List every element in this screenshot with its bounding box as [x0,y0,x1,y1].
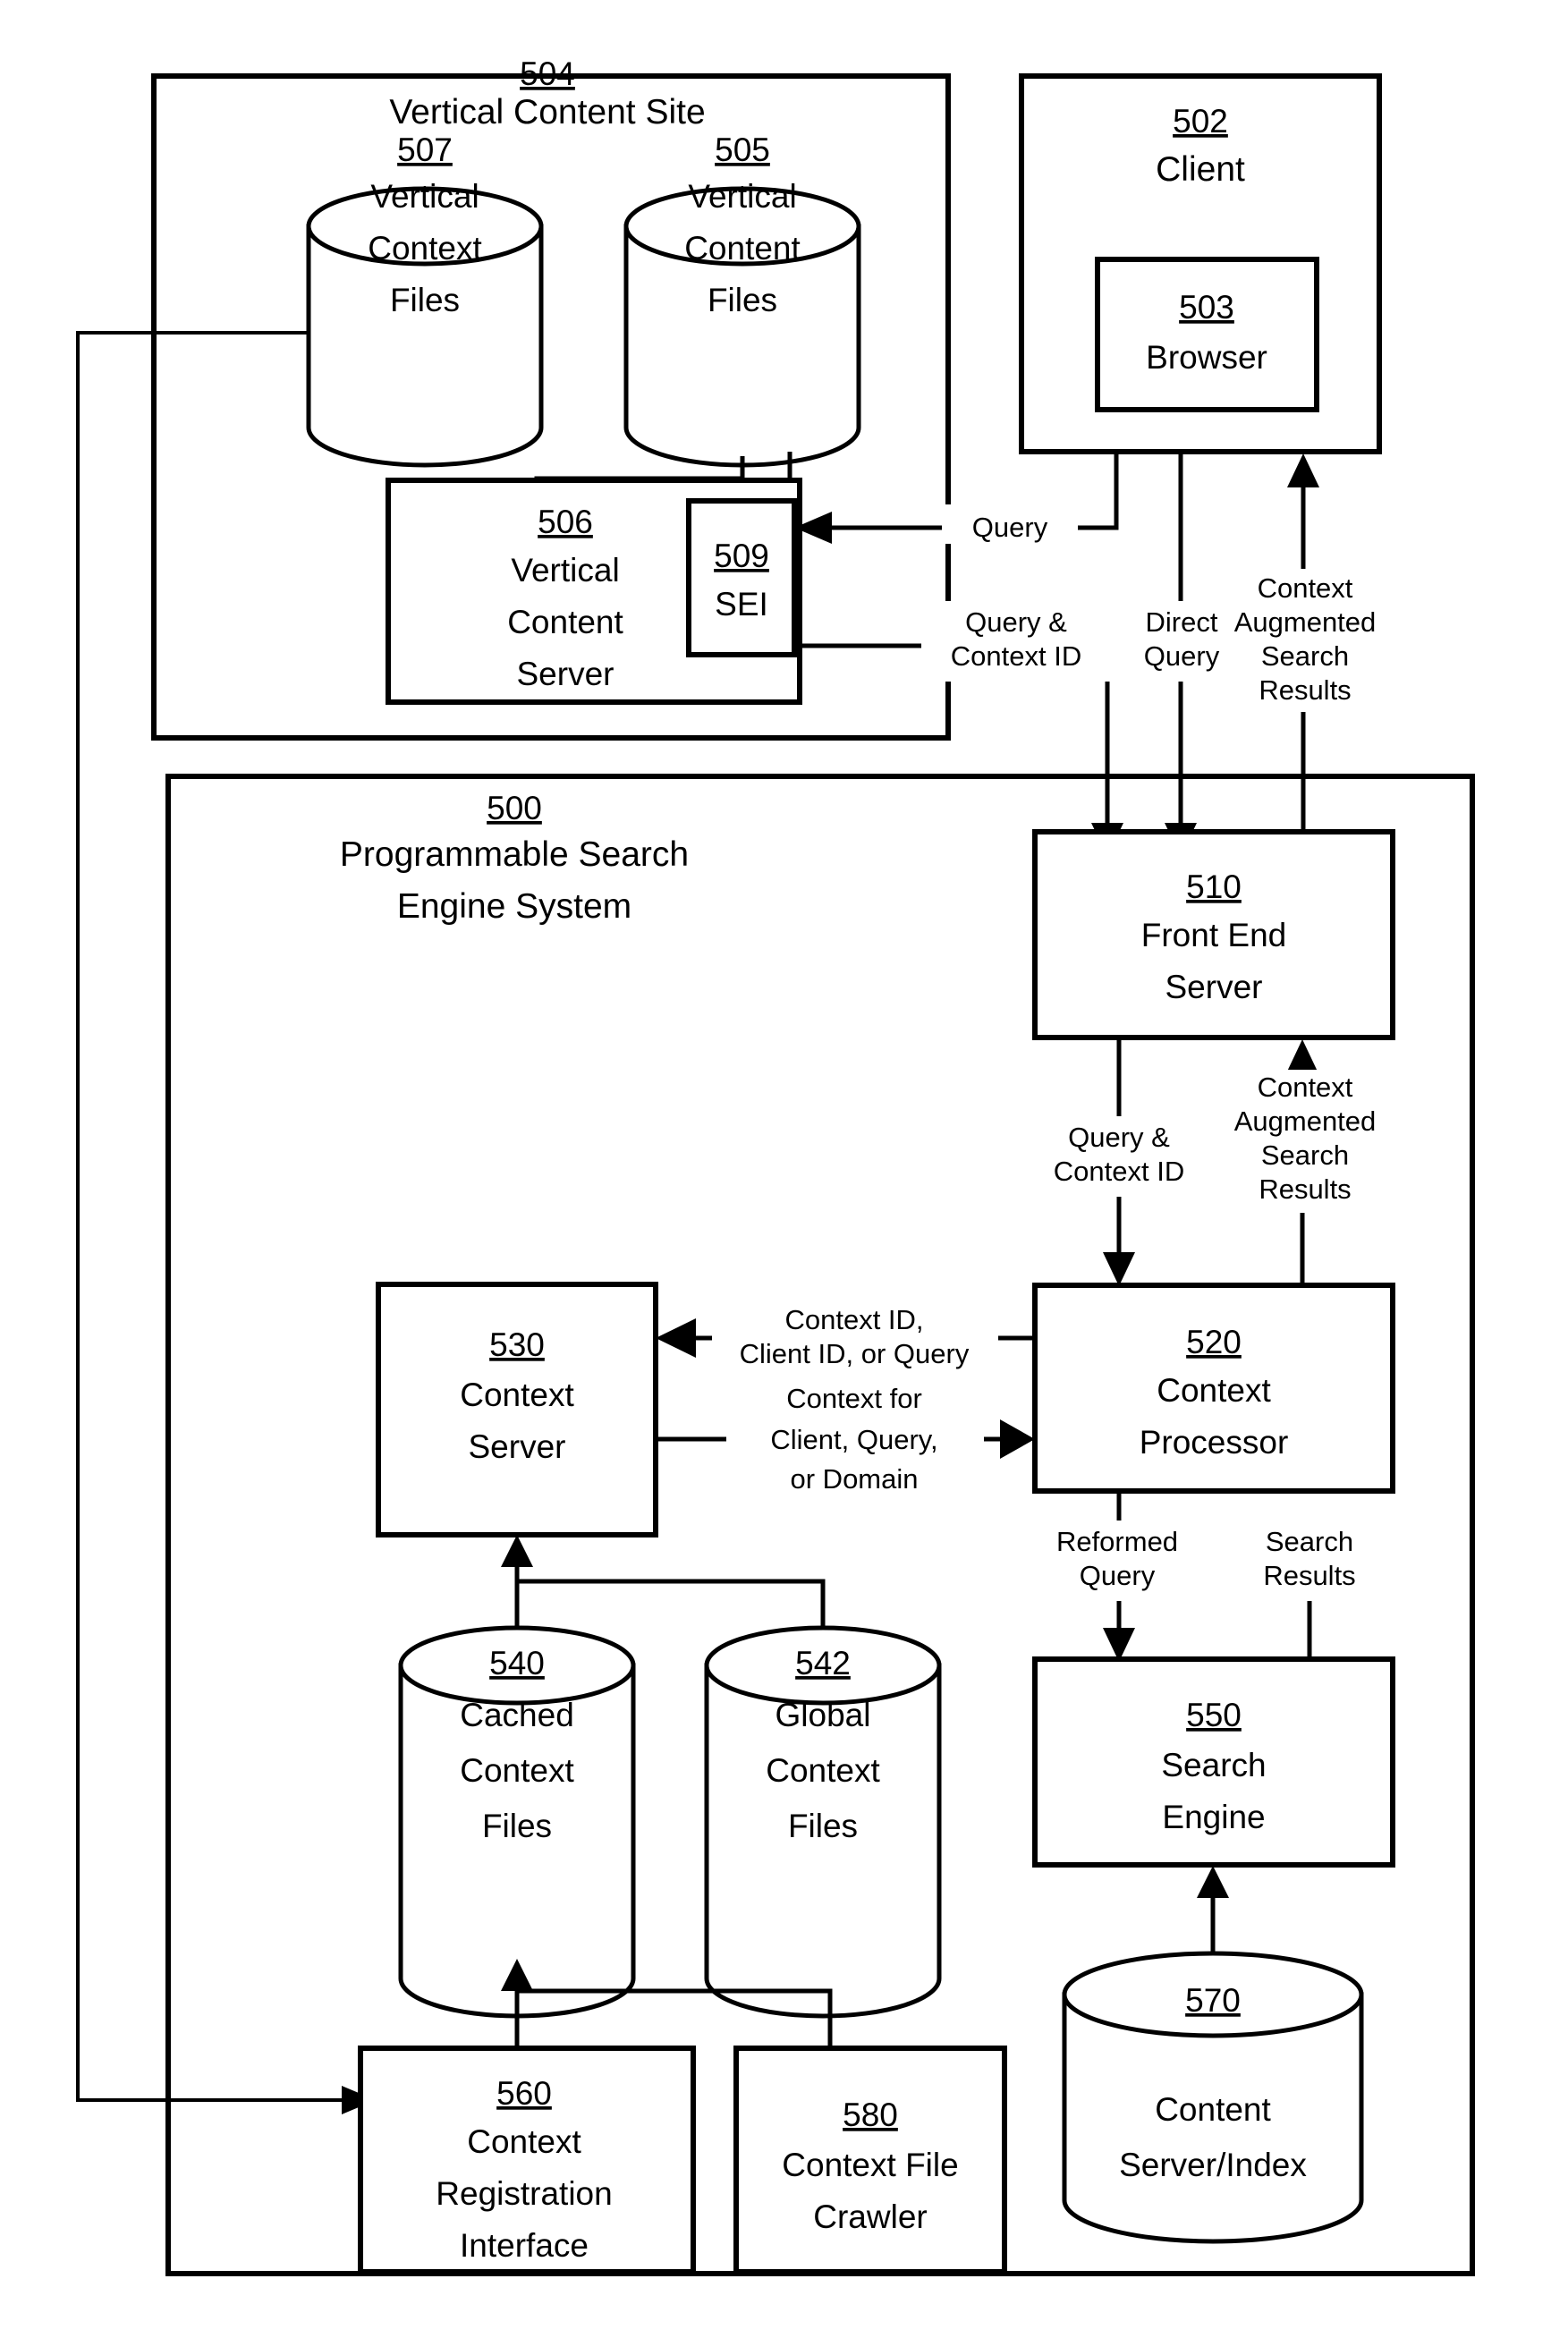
label-context-id-l1: Context ID, [784,1304,923,1335]
label-550-num: 550 [1186,1697,1242,1733]
label-570-l2: Server/Index [1119,2147,1307,2183]
label-542-l2: Context [766,1752,880,1789]
label-504-num: 504 [520,55,575,92]
label-509-num: 509 [714,538,769,574]
label-520-l1: Context [1157,1372,1271,1409]
label-542-l3: Files [788,1808,858,1844]
label-cas-top-l2: Augmented [1234,606,1377,638]
arrowhead-up-to-context-server [501,1535,533,1567]
label-506-l2: Content [507,604,623,640]
label-context-for-l2: Client, Query, [770,1424,937,1455]
label-580-l2: Crawler [813,2198,927,2235]
label-query-context-id-top-l1: Query & [965,606,1067,638]
label-500-l1: Programmable Search [340,835,689,874]
label-505-l1: Vertical [688,178,796,215]
label-520-num: 520 [1186,1324,1242,1360]
label-cas-top-l1: Context [1258,572,1353,604]
arrowhead-up-to-search-engine [1197,1866,1229,1898]
node-sei [686,498,797,657]
label-reformed-query-l1: Reformed [1056,1526,1178,1557]
label-510-num: 510 [1186,868,1242,905]
label-550-l1: Search [1161,1747,1266,1783]
label-530-l1: Context [460,1377,574,1413]
node-browser [1095,257,1319,412]
connector-global-files-to-context-server [517,1579,826,1633]
arrowhead-into-context-server [656,1318,696,1358]
label-cas-top-l3: Search [1261,640,1349,672]
label-540-l1: Cached [460,1697,574,1733]
label-560-l1: Context [467,2123,581,2160]
label-560-num: 560 [496,2075,552,2112]
label-context-for-l1: Context for [786,1383,922,1414]
label-query-context-id-top-l2: Context ID [951,640,1081,672]
label-503-l1: Browser [1146,339,1267,376]
label-510-l1: Front End [1141,917,1286,953]
label-560-l2: Registration [436,2175,612,2212]
label-507-l3: Files [390,282,460,318]
label-503-num: 503 [1179,289,1234,326]
label-542-l1: Global [776,1697,871,1733]
label-cas-top-l4: Results [1259,674,1351,706]
label-query: Query [972,512,1048,543]
label-550-l2: Engine [1162,1799,1265,1835]
label-500-num: 500 [487,790,542,826]
label-504-title: Vertical Content Site [389,93,705,131]
arrowhead-into-context-processor [1000,1419,1035,1459]
label-cas-mid-l2: Augmented [1234,1105,1377,1137]
label-509-l1: SEI [715,586,768,623]
label-505-l3: Files [708,282,777,318]
feedback-line-context-files-to-registration [76,331,342,2102]
label-540-l2: Context [460,1752,574,1789]
figure-canvas: 504 Vertical Content Site 507 Vertical C… [0,0,1568,2338]
label-540-num: 540 [489,1645,545,1681]
label-520-l2: Processor [1140,1424,1289,1461]
label-direct-query-l1: Direct [1146,606,1218,638]
label-reformed-query-l2: Query [1080,1560,1156,1591]
label-502-title: Client [1156,150,1245,189]
label-query-context-id-mid-l2: Context ID [1054,1156,1184,1187]
label-search-results-l2: Results [1263,1560,1355,1591]
label-580-l1: Context File [782,2147,958,2183]
block-diagram-svg: 504 Vertical Content Site 507 Vertical C… [76,55,1475,2276]
label-cas-mid-l3: Search [1261,1139,1349,1171]
label-context-id-l2: Client ID, or Query [740,1338,970,1369]
label-570-num: 570 [1185,1982,1241,2019]
label-cas-mid-l1: Context [1258,1072,1353,1103]
arrowhead-context-processor-to-frontend [1286,1039,1318,1073]
label-query-context-id-mid-l1: Query & [1068,1122,1170,1153]
label-540-l3: Files [482,1808,552,1844]
label-506-l3: Server [517,656,614,692]
label-507-l1: Vertical [370,178,479,215]
label-530-l2: Server [469,1428,566,1465]
arrowhead-frontend-to-context-processor [1103,1252,1135,1286]
label-502-num: 502 [1173,103,1228,140]
label-507-num: 507 [397,131,453,168]
label-500-l2: Engine System [397,887,631,926]
label-cas-mid-l4: Results [1259,1173,1351,1205]
label-507-l2: Context [368,230,482,267]
label-direct-query-l2: Query [1144,640,1220,672]
label-506-num: 506 [538,504,593,540]
label-542-num: 542 [795,1645,851,1681]
label-570-l1: Content [1155,2091,1271,2128]
label-580-num: 580 [843,2097,898,2133]
label-505-num: 505 [715,131,770,168]
label-560-l3: Interface [460,2227,589,2264]
label-506-l1: Vertical [511,552,619,589]
label-context-for-l3: or Domain [791,1463,919,1495]
label-505-l2: Content [684,230,801,267]
label-530-num: 530 [489,1326,545,1363]
label-search-results-l1: Search [1266,1526,1353,1557]
arrowhead-context-augmented-results-client [1287,453,1319,487]
label-510-l2: Server [1165,969,1263,1005]
